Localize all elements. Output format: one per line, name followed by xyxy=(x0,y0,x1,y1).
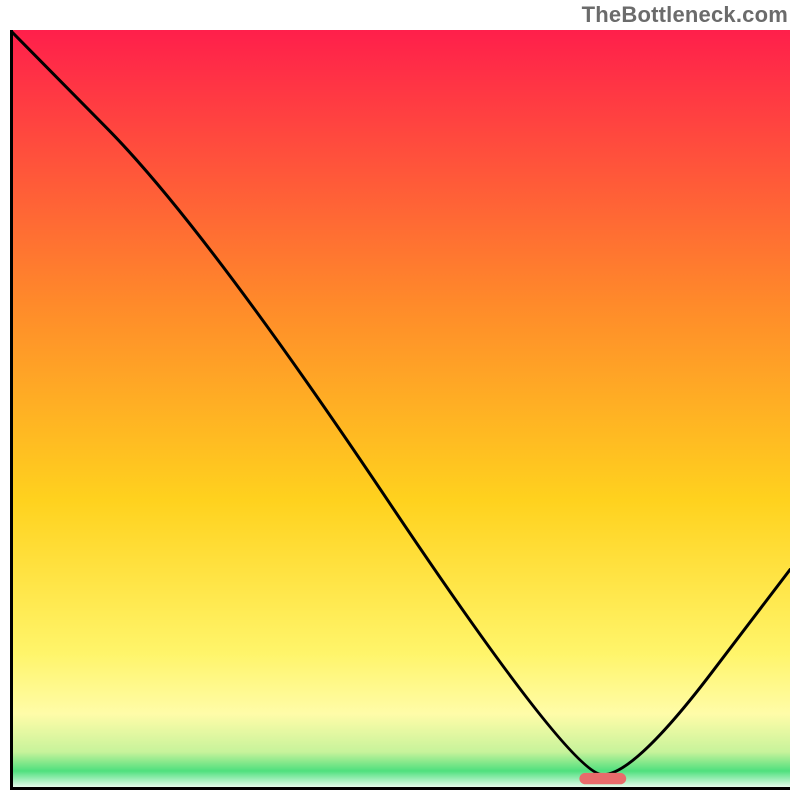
bottleneck-chart xyxy=(10,30,790,790)
optimal-marker xyxy=(579,773,626,784)
watermark-text: TheBottleneck.com xyxy=(582,2,788,28)
chart-svg xyxy=(10,30,790,790)
gradient-background xyxy=(10,30,790,790)
